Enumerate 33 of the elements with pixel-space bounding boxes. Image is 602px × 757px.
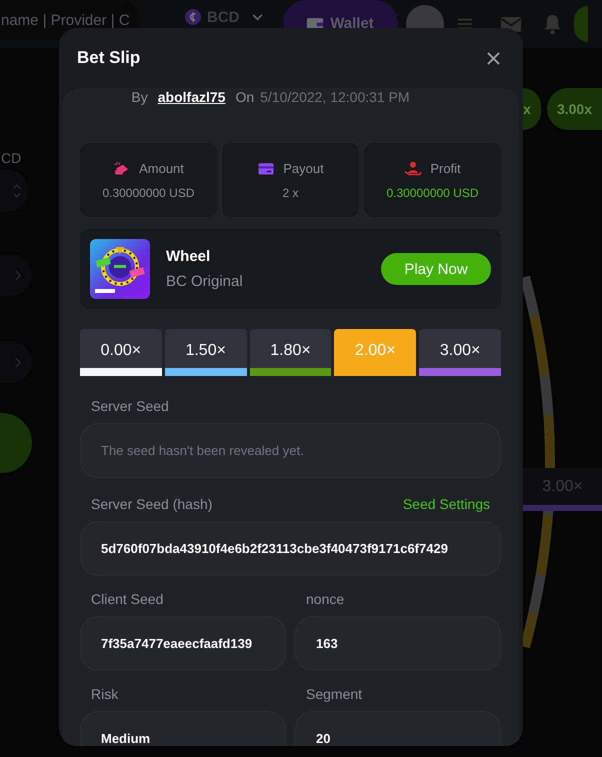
stat-value: 0.30000000 USD bbox=[102, 186, 195, 200]
multiplier-tab[interactable]: 1.80× bbox=[250, 329, 332, 376]
seed-settings-link[interactable]: Seed Settings bbox=[402, 496, 490, 512]
stat-value: 0.30000000 USD bbox=[386, 186, 479, 200]
multiplier-tab[interactable]: 3.00× bbox=[419, 329, 501, 376]
server-seed-hash-field[interactable]: 5d760f07bda43910f4e6b2f23113cbe3f40473f9171c6f7429 bbox=[80, 521, 501, 576]
field-label: Server Seed (hash) bbox=[91, 496, 212, 512]
stat-label: Amount bbox=[139, 160, 184, 176]
input-field[interactable]: 163 bbox=[295, 616, 501, 671]
dialog-title: Bet Slip bbox=[77, 48, 140, 68]
game-title: Wheel bbox=[166, 248, 212, 265]
by-label: By bbox=[131, 89, 148, 105]
stat-label: Profit bbox=[430, 160, 461, 176]
input-field[interactable]: Medium bbox=[80, 711, 286, 746]
field-label: nonce bbox=[306, 591, 344, 607]
multiplier-tab[interactable]: 1.50× bbox=[164, 329, 247, 376]
multiplier-tab[interactable]: 0.00× bbox=[80, 329, 162, 376]
input-field[interactable]: 7f35a7477eaeecfaafd139 bbox=[80, 616, 286, 671]
on-label: On bbox=[235, 89, 254, 105]
stat-label: Payout bbox=[283, 160, 324, 176]
game-provider: BC Original bbox=[166, 273, 244, 290]
server-seed-field[interactable]: The seed hasn't been revealed yet. bbox=[80, 423, 501, 478]
bet-date: 5/10/2022, 12:00:31 PM bbox=[260, 89, 410, 105]
field-label: Risk bbox=[91, 686, 118, 702]
field-label: Server Seed bbox=[91, 398, 169, 414]
input-field[interactable]: 20 bbox=[295, 711, 501, 746]
field-label: Segment bbox=[306, 686, 362, 702]
multiplier-pill: 3.00x bbox=[546, 88, 602, 130]
stat-value: 2 x bbox=[282, 186, 298, 200]
currency-label: CD bbox=[1, 150, 22, 166]
multiplier-pill: x bbox=[523, 88, 541, 130]
user-link[interactable]: abolfazl75 bbox=[158, 89, 226, 105]
field-label: Client Seed bbox=[91, 591, 164, 607]
